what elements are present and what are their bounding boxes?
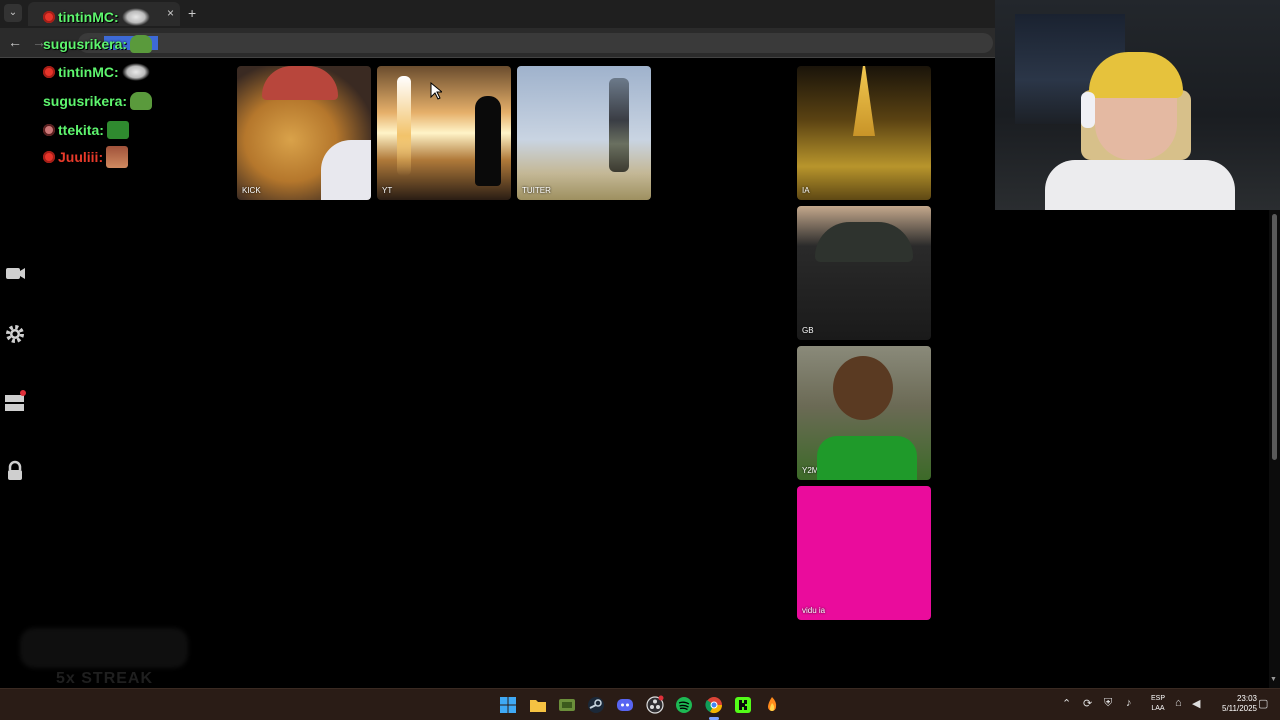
tile-label: YT bbox=[382, 186, 393, 195]
streak-overlay: 5x STREAK bbox=[20, 612, 188, 688]
discord-icon[interactable] bbox=[615, 695, 635, 715]
lang-bottom: LAA bbox=[1151, 705, 1165, 712]
chat-badge-icon bbox=[43, 11, 55, 23]
chat-badge-icon bbox=[43, 151, 55, 163]
tile-label: IA bbox=[802, 186, 810, 195]
scrollbar-thumb[interactable] bbox=[1272, 214, 1277, 460]
volume-icon[interactable]: ◀ bbox=[1192, 697, 1200, 710]
page-scrollbar[interactable] bbox=[1269, 210, 1280, 688]
chat-username: sugusrikera: bbox=[43, 36, 128, 52]
tile-label: vidu ia bbox=[802, 606, 826, 615]
chat-message: Juuliii: bbox=[43, 145, 129, 169]
spotify-icon[interactable] bbox=[674, 695, 694, 715]
clock-date: 5/11/2025 bbox=[1222, 704, 1257, 713]
chat-message: ttekita: bbox=[43, 118, 129, 142]
face-emote-icon bbox=[106, 146, 129, 168]
tile-tuiter[interactable]: TUITER bbox=[517, 66, 651, 200]
screen: ⌄ × + ← → KICK YT TUITER IA GB Y2MATE vi… bbox=[0, 0, 1280, 720]
frog-emote-icon bbox=[130, 92, 153, 110]
chat-username: tintinMC: bbox=[58, 9, 119, 25]
chat-username: Juuliii: bbox=[58, 149, 104, 165]
tile-kick[interactable]: KICK bbox=[237, 66, 371, 200]
tile-gb[interactable]: GB bbox=[797, 206, 931, 340]
lock-icon[interactable] bbox=[4, 460, 26, 482]
notification-icon[interactable]: ▢ bbox=[1258, 697, 1268, 710]
streamer-shirt bbox=[1045, 160, 1235, 210]
clock-time: 23:03 bbox=[1236, 694, 1257, 703]
scroll-down-arrow-icon[interactable]: ▼ bbox=[1270, 676, 1277, 683]
ghost-emote-icon bbox=[121, 63, 150, 81]
chat-badge-icon bbox=[43, 124, 55, 136]
streak-shape bbox=[20, 628, 188, 668]
obs-icon[interactable] bbox=[645, 695, 665, 715]
headset bbox=[1081, 92, 1095, 128]
tile-y2mate[interactable]: Y2MATE bbox=[797, 346, 931, 480]
taskbar: ⌃ ⟳ ⛨ ♪ ESP LAA ⌂ ◀ 23:03 5/11/2025 ▢ bbox=[0, 688, 1280, 720]
chat-message: tintinMC: bbox=[43, 5, 150, 29]
tile-label: Y2MATE bbox=[802, 466, 834, 475]
chat-message: sugusrikera: bbox=[43, 32, 153, 56]
chat-message: sugusrikera: bbox=[43, 89, 153, 113]
mouse-cursor-icon bbox=[430, 82, 442, 100]
chrome-icon[interactable] bbox=[704, 695, 724, 715]
kick-icon[interactable] bbox=[733, 695, 753, 715]
steam-icon[interactable] bbox=[586, 695, 606, 715]
file-explorer-icon[interactable] bbox=[528, 695, 548, 715]
streak-text: 5x STREAK bbox=[56, 670, 154, 687]
chat-username: ttekita: bbox=[58, 122, 104, 138]
webcam-overlay bbox=[995, 0, 1280, 210]
clock[interactable]: 23:03 5/11/2025 bbox=[1209, 694, 1257, 714]
camera-icon[interactable] bbox=[4, 262, 26, 284]
game-icon[interactable] bbox=[557, 695, 577, 715]
chat-username: sugusrikera: bbox=[43, 93, 128, 109]
tile-vidu-ia[interactable]: vidu ia bbox=[797, 486, 931, 620]
lang-top: ESP bbox=[1150, 695, 1165, 702]
start-icon[interactable] bbox=[498, 695, 518, 715]
network-icon[interactable]: ⌂ bbox=[1175, 697, 1182, 709]
tile-label: KICK bbox=[242, 186, 261, 195]
security-icon[interactable]: ⛨ bbox=[1104, 697, 1112, 710]
ghost-emote-icon bbox=[121, 8, 150, 26]
chat-message: tintinMC: bbox=[43, 60, 150, 84]
tile-label: TUITER bbox=[522, 186, 551, 195]
tile-label: GB bbox=[802, 326, 814, 335]
gear-icon[interactable] bbox=[4, 323, 26, 345]
tile-yt[interactable]: YT bbox=[377, 66, 511, 200]
frog-emote-icon bbox=[130, 35, 153, 53]
fire-icon[interactable] bbox=[762, 695, 782, 715]
sync-icon[interactable]: ⟳ bbox=[1083, 697, 1092, 710]
layers-icon[interactable] bbox=[4, 390, 26, 412]
chat-badge-icon bbox=[43, 66, 55, 78]
language-indicator[interactable]: ESP LAA bbox=[1149, 694, 1167, 714]
tile-ia[interactable]: IA bbox=[797, 66, 931, 200]
chat-username: tintinMC: bbox=[58, 64, 119, 80]
microphone-icon[interactable]: ♪ bbox=[1126, 697, 1132, 709]
green-box-emote-icon bbox=[106, 121, 129, 139]
chat-overlay: tintinMC: sugusrikera: tintinMC: sugusriker… bbox=[0, 0, 240, 180]
chevron-up-icon[interactable]: ⌃ bbox=[1062, 697, 1071, 710]
